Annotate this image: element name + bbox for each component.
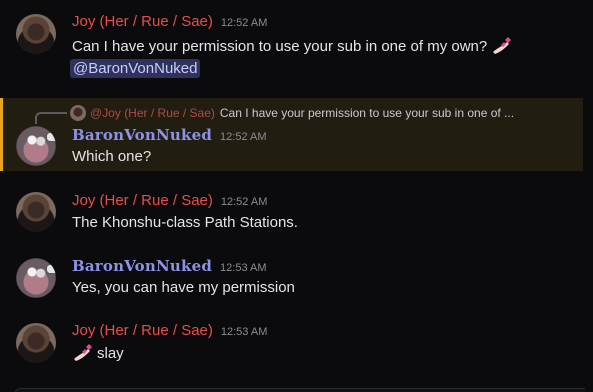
timestamp: 12:52 AM <box>220 196 268 208</box>
message-header: Joy (Her / Rue / Sae) 12:52 AM <box>72 192 267 209</box>
message-text: Can I have your permission to use your s… <box>72 36 513 56</box>
author-name[interactable]: Joy (Her / Rue / Sae) <box>72 322 213 339</box>
message-content: slay <box>97 344 124 362</box>
message-content: Yes, you can have my permission <box>72 279 295 296</box>
chat-log: Joy (Her / Rue / Sae) 12:52 AM Can I hav… <box>0 0 593 392</box>
message-composer[interactable] <box>14 388 585 392</box>
avatar[interactable] <box>16 192 56 232</box>
timestamp: 12:53 AM <box>220 326 268 338</box>
message-text: Yes, you can have my permission <box>72 279 295 296</box>
message-content: The Khonshu-class Path Stations. <box>72 214 298 231</box>
user-mention[interactable]: @BaronVonNuked <box>70 59 201 78</box>
reply-reference[interactable]: @Joy (Her / Rue / Sae) Can I have your p… <box>70 105 514 121</box>
message-text: The Khonshu-class Path Stations. <box>72 214 298 231</box>
author-name[interactable]: BaronVonNuked <box>72 257 212 275</box>
avatar-badge <box>46 132 56 142</box>
message-header: BaronVonNuked 12:53 AM <box>72 257 267 275</box>
avatar-badge <box>46 264 56 274</box>
nail-polish-icon <box>491 36 513 56</box>
timestamp: 12:52 AM <box>220 17 268 29</box>
message-content: Can I have your permission to use your s… <box>72 37 488 55</box>
reply-connector <box>35 112 67 124</box>
message-text: Which one? <box>72 148 151 165</box>
author-name[interactable]: Joy (Her / Rue / Sae) <box>72 192 213 209</box>
message-header: Joy (Her / Rue / Sae) 12:53 AM <box>72 322 267 339</box>
author-name[interactable]: BaronVonNuked <box>72 126 212 144</box>
avatar[interactable] <box>16 323 56 363</box>
nail-polish-icon <box>72 343 94 363</box>
message-content: Which one? <box>72 148 152 165</box>
message-header: BaronVonNuked 12:52 AM <box>72 126 267 144</box>
avatar[interactable] <box>16 14 56 54</box>
message-header: Joy (Her / Rue / Sae) 12:52 AM <box>72 13 267 30</box>
message-text: slay <box>72 343 124 363</box>
avatar[interactable] <box>16 258 56 298</box>
reply-avatar <box>70 105 86 121</box>
reply-snippet[interactable]: Can I have your permission to use your s… <box>220 106 514 120</box>
author-name[interactable]: Joy (Her / Rue / Sae) <box>72 13 213 30</box>
reply-author[interactable]: @Joy (Her / Rue / Sae) <box>90 106 215 120</box>
avatar[interactable] <box>16 126 56 166</box>
timestamp: 12:52 AM <box>220 131 267 143</box>
timestamp: 12:53 AM <box>220 262 267 274</box>
